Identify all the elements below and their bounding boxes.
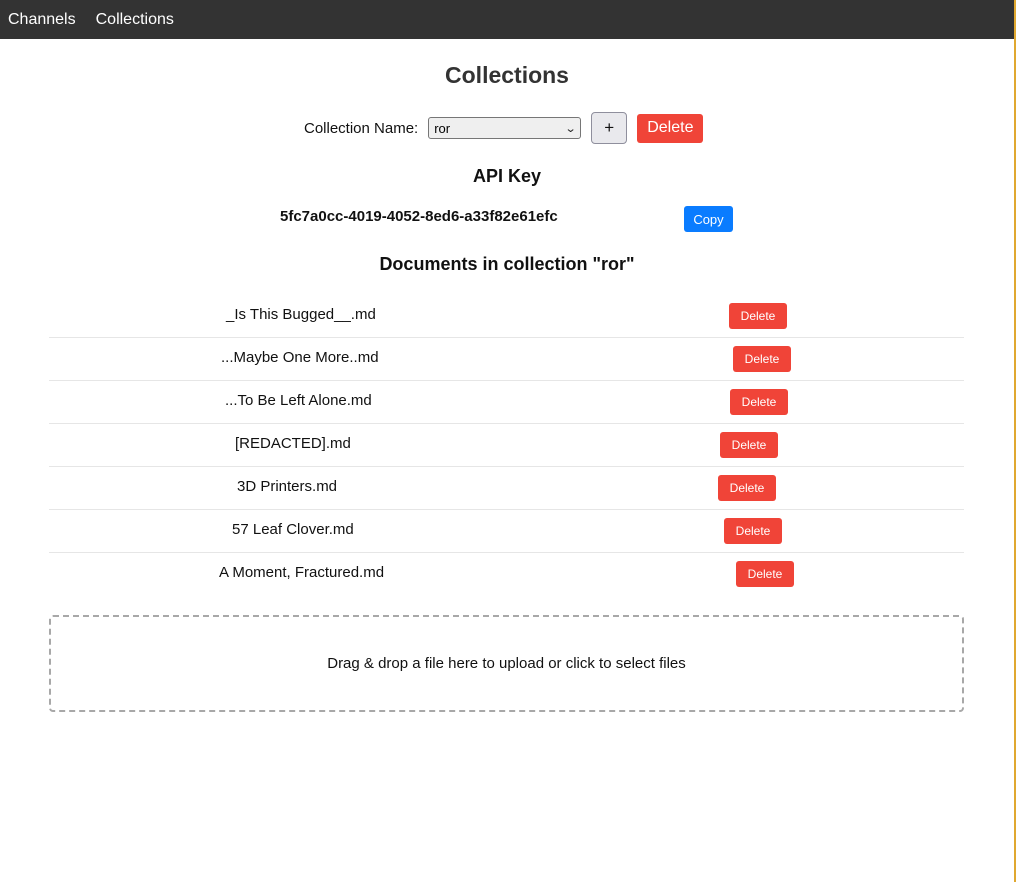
delete-document-button[interactable]: Delete [730, 389, 788, 415]
table-row: _Is This Bugged__.md Delete [49, 295, 964, 338]
document-name: ...Maybe One More..md [221, 349, 379, 366]
table-row: 3D Printers.md Delete [49, 467, 964, 510]
document-name: [REDACTED].md [235, 435, 351, 452]
api-key-value: 5fc7a0cc-4019-4052-8ed6-a33f82e61efc [280, 208, 558, 225]
table-row: 57 Leaf Clover.md Delete [49, 510, 964, 553]
table-row: A Moment, Fractured.md Delete [49, 553, 964, 596]
collection-select-value: ror [434, 120, 451, 136]
delete-collection-button[interactable]: Delete [637, 113, 704, 143]
delete-document-button[interactable]: Delete [720, 432, 778, 458]
delete-document-button[interactable]: Delete [729, 303, 787, 329]
chevron-down-icon: ⌄ [564, 122, 577, 135]
nav-link-collections[interactable]: Collections [88, 11, 182, 29]
add-collection-button[interactable]: + [591, 112, 628, 144]
top-navbar: Channels Collections [0, 0, 1014, 39]
collection-selector-row: Collection Name: ror ⌄ + Delete [304, 112, 704, 144]
documents-heading: Documents in collection "ror" [379, 254, 635, 274]
collection-name-label: Collection Name: [304, 119, 419, 137]
upload-prompt: Drag & drop a file here to upload or cli… [327, 655, 686, 672]
document-name: 3D Printers.md [237, 478, 338, 495]
table-row: [REDACTED].md Delete [49, 424, 964, 467]
document-name: 57 Leaf Clover.md [232, 521, 354, 538]
document-name: ...To Be Left Alone.md [225, 392, 372, 409]
table-row: ...To Be Left Alone.md Delete [49, 381, 964, 424]
delete-document-button[interactable]: Delete [733, 346, 791, 372]
table-row: ...Maybe One More..md Delete [49, 338, 964, 381]
copy-api-key-button[interactable]: Copy [684, 206, 733, 232]
delete-document-button[interactable]: Delete [718, 475, 776, 501]
api-key-heading: API Key [472, 166, 542, 186]
nav-link-channels[interactable]: Channels [0, 11, 84, 29]
document-name: _Is This Bugged__.md [226, 306, 376, 323]
document-list: _Is This Bugged__.md Delete ...Maybe One… [49, 295, 964, 596]
document-name: A Moment, Fractured.md [219, 564, 385, 581]
collection-select[interactable]: ror ⌄ [428, 117, 582, 139]
delete-document-button[interactable]: Delete [724, 518, 782, 544]
delete-document-button[interactable]: Delete [736, 561, 794, 587]
page-title: Collections [445, 62, 569, 88]
file-upload-dropzone[interactable]: Drag & drop a file here to upload or cli… [49, 615, 964, 712]
